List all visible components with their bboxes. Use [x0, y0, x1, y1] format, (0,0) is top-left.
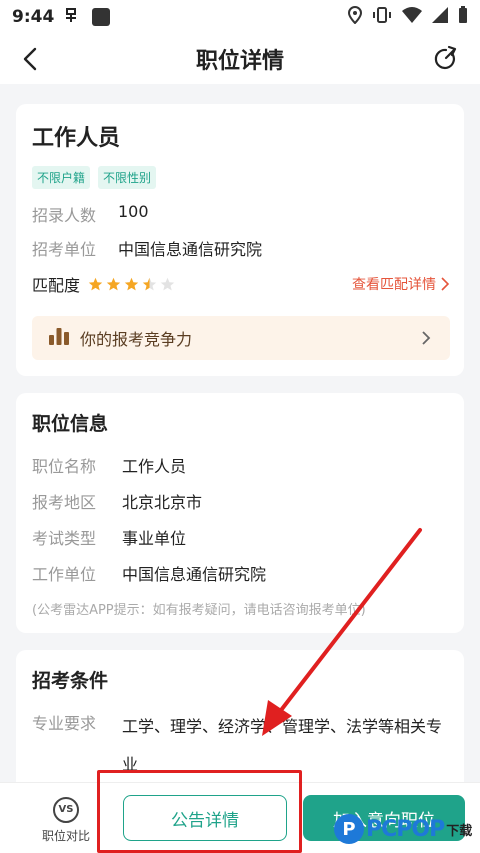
vibrate-icon — [372, 6, 392, 29]
info-label: 报考地区 — [32, 493, 97, 512]
conditions-title: 招考条件 — [32, 670, 109, 692]
tag-gender: 不限性别 — [98, 166, 157, 189]
recruit-unit-value: 中国信息通信研究院 — [118, 240, 263, 259]
match-detail-label: 查看匹配详情 — [352, 277, 436, 293]
star-full-icon — [106, 277, 121, 290]
competitiveness-banner[interactable]: 你的报考竞争力 — [32, 316, 450, 360]
star-full-icon — [124, 277, 139, 290]
info-row: 报考地区 北京北京市 — [32, 489, 202, 513]
info-value: 事业单位 — [122, 529, 187, 548]
notification-icon — [64, 6, 84, 29]
recruit-count-value: 100 — [118, 202, 149, 221]
competitiveness-label: 你的报考竞争力 — [80, 330, 193, 349]
match-row: 匹配度 查看匹配详情 — [32, 272, 450, 296]
chevron-right-icon — [418, 330, 434, 346]
nav-bar: 职位详情 — [0, 34, 480, 84]
watermark: P PCPOP 下载 — [334, 808, 472, 850]
vs-icon: VS — [53, 797, 79, 823]
status-time: 9:44 — [12, 7, 55, 27]
job-tags: 不限户籍 不限性别 — [32, 166, 157, 189]
recruit-unit-row: 招考单位 中国信息通信研究院 — [32, 236, 262, 260]
page-title: 职位详情 — [195, 49, 284, 74]
info-row: 职位名称 工作人员 — [32, 453, 186, 477]
app-hint: (公考雷达APP提示：如有报考疑问，请电话咨询报考单位) — [32, 603, 366, 618]
watermark-suffix: 下载 — [446, 823, 473, 839]
info-label: 考试类型 — [32, 529, 97, 548]
status-bar: 9:44 — [0, 0, 480, 34]
info-value: 北京北京市 — [122, 493, 203, 512]
battery-icon — [458, 5, 468, 29]
position-info-title: 职位信息 — [32, 413, 109, 435]
share-icon[interactable] — [432, 45, 460, 73]
job-title: 工作人员 — [32, 126, 121, 151]
signal-icon — [432, 6, 448, 28]
star-full-icon — [88, 277, 103, 290]
back-icon[interactable] — [18, 46, 44, 72]
info-label: 职位名称 — [32, 457, 97, 476]
compare-button[interactable]: VS 职位对比 — [34, 797, 98, 844]
recruit-count-label: 招录人数 — [32, 206, 97, 225]
star-half-icon — [142, 277, 157, 290]
watermark-logo: P — [334, 814, 364, 844]
info-row: 工作单位 中国信息通信研究院 — [32, 561, 266, 585]
chevron-right-icon — [441, 277, 450, 291]
major-row: 专业要求 — [32, 710, 118, 734]
match-label: 匹配度 — [32, 276, 81, 295]
info-value: 工作人员 — [122, 457, 187, 476]
app-notification-icon — [92, 8, 111, 26]
match-detail-link[interactable]: 查看匹配详情 — [352, 274, 450, 294]
recruit-unit-label: 招考单位 — [32, 240, 97, 259]
bar-chart-icon — [48, 326, 70, 350]
info-label: 工作单位 — [32, 565, 97, 584]
watermark-brand: PCPOP — [366, 816, 445, 842]
annotation-highlight-box — [97, 770, 302, 853]
tag-hukou: 不限户籍 — [32, 166, 91, 189]
match-rating-stars — [88, 277, 175, 292]
major-label: 专业要求 — [32, 714, 97, 733]
recruit-count-row: 招录人数 100 — [32, 202, 149, 226]
wifi-icon — [402, 6, 422, 28]
info-value: 中国信息通信研究院 — [122, 565, 267, 584]
location-icon — [347, 5, 363, 29]
compare-label: 职位对比 — [41, 829, 90, 843]
job-summary-card: 工作人员 不限户籍 不限性别 招录人数 100 招考单位 中国信息通信研究院 匹… — [16, 104, 464, 376]
info-row: 考试类型 事业单位 — [32, 525, 186, 549]
position-info-card: 职位信息 职位名称 工作人员 报考地区 北京北京市 考试类型 事业单位 工作单位… — [16, 393, 464, 633]
star-empty-icon — [160, 277, 175, 290]
